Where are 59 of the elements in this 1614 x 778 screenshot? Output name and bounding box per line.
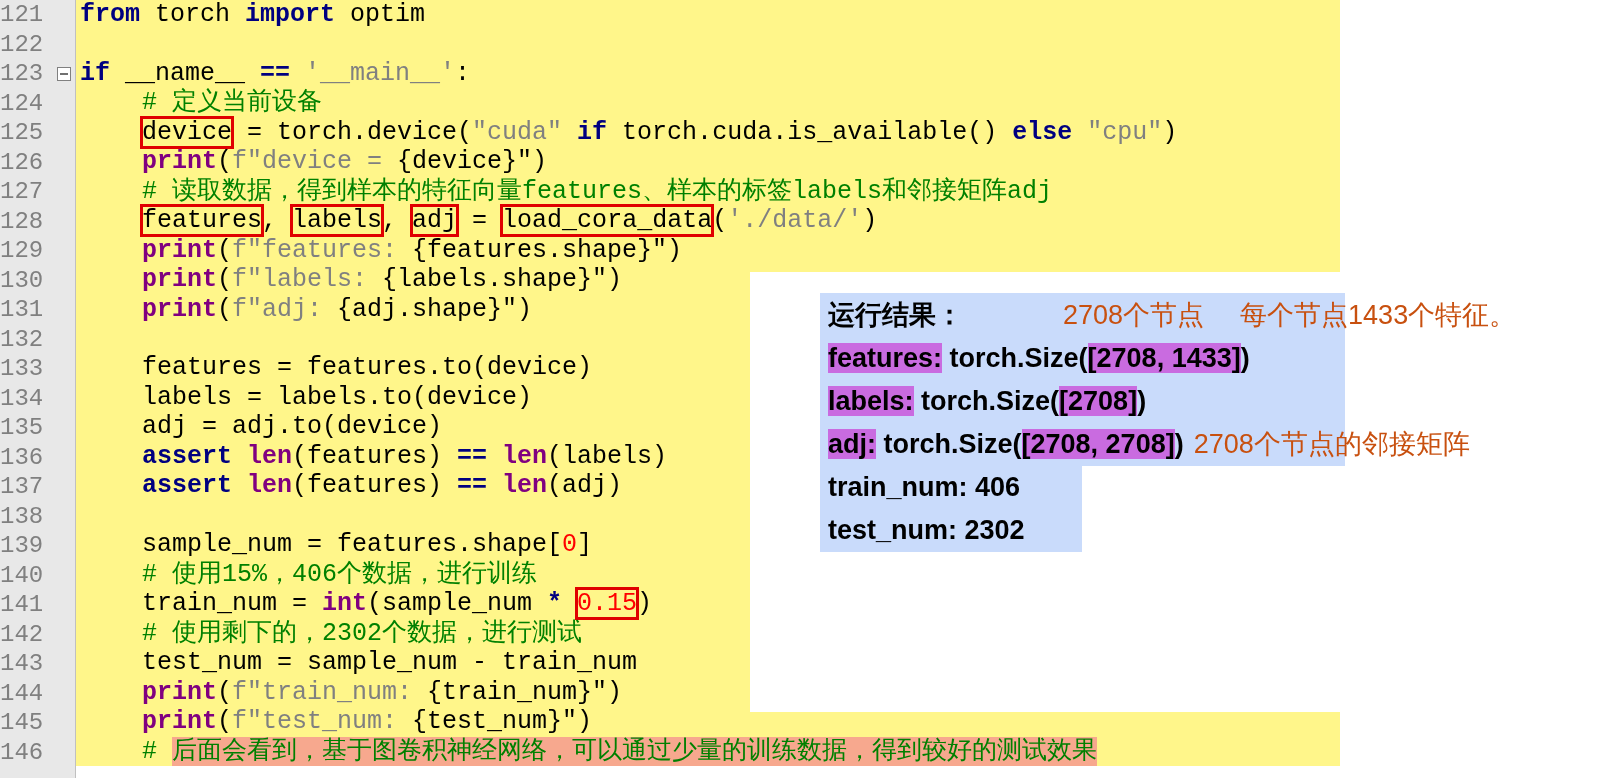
- code-line: assert len(features) == len(adj): [141, 471, 623, 501]
- line-number: 133: [0, 354, 44, 384]
- fold-icon[interactable]: [57, 66, 71, 81]
- line-number: 131: [0, 295, 44, 325]
- line-number: 146: [0, 737, 44, 767]
- code-line: print(f"device = {device}"): [141, 147, 548, 177]
- line-number: 142: [0, 619, 44, 649]
- line-number: 136: [0, 442, 44, 472]
- code-line: assert len(features) == len(labels): [141, 441, 668, 472]
- code-line: print(f"train_num: {train_num}"): [141, 677, 623, 707]
- line-number: 134: [0, 383, 44, 413]
- line-number: 140: [0, 560, 44, 590]
- line-number: 121: [0, 0, 44, 30]
- code-line: # 使用剩下的，2302个数据，进行测试: [141, 618, 582, 648]
- annotation-text: 2708个节点: [1063, 298, 1205, 332]
- code-line: print(f"adj: {adj.shape}"): [141, 294, 533, 325]
- annotation-text: 2708个节点的邻接矩阵: [1193, 428, 1470, 462]
- line-number: 143: [0, 649, 44, 679]
- line-number: 144: [0, 678, 44, 708]
- line-number: 124: [0, 88, 44, 118]
- code-line: # 后面会看到，基于图卷积神经网络，可以通过少量的训练数据，得到较好的测试效果: [141, 736, 1097, 766]
- code-line: labels = labels.to(device): [141, 382, 533, 413]
- line-number: 122: [0, 29, 44, 59]
- code-line: device = torch.device("cuda" if torch.cuda.is_available() else "cpu"): [141, 117, 1178, 148]
- annotation-text: 每个节点1433个特征。: [1240, 298, 1517, 332]
- code-line: # 使用15%，406个数据，进行训练: [141, 559, 538, 589]
- code-line: print(f"test_num: {test_num}"): [141, 707, 593, 737]
- line-number: 145: [0, 708, 44, 738]
- output-title: 运行结果：: [827, 297, 963, 332]
- line-number: 125: [0, 118, 44, 148]
- line-number: 139: [0, 531, 44, 561]
- code-line: test_num = sample_num - train_num: [141, 648, 638, 678]
- line-number: 135: [0, 413, 44, 443]
- line-number: 137: [0, 472, 44, 502]
- output-line: adj: torch.Size([2708, 2708]): [827, 428, 1184, 462]
- line-number: 128: [0, 206, 44, 236]
- code-line: train_num = int(sample_num * 0.15): [141, 589, 653, 619]
- output-line: test_num: 2302: [827, 514, 1025, 548]
- code-line: print(f"features: {features.shape}"): [141, 235, 683, 266]
- code-line: print(f"labels: {labels.shape}"): [141, 265, 623, 295]
- line-number: 126: [0, 147, 44, 177]
- line-number: 141: [0, 590, 44, 620]
- code-line: features, labels, adj = load_cora_data('./data/'): [141, 206, 878, 236]
- line-number: 127: [0, 177, 44, 207]
- code-line: adj = adj.to(device): [141, 412, 443, 442]
- line-number: 138: [0, 501, 44, 531]
- output-line: labels: torch.Size([2708]): [827, 385, 1147, 419]
- output-line: features: torch.Size([2708, 1433]): [827, 342, 1250, 376]
- line-number: 129: [0, 236, 44, 266]
- output-line: train_num: 406: [827, 471, 1021, 505]
- code-line: # 读取数据，得到样本的特征向量features、样本的标签labels和邻接矩阵adj: [141, 176, 1053, 207]
- code-line: sample_num = features.shape[0]: [141, 530, 593, 560]
- line-number: 132: [0, 324, 44, 354]
- code-line: if __name__ == '__main__':: [80, 58, 471, 88]
- code-line: features = features.to(device): [141, 353, 593, 383]
- line-number: 123: [0, 59, 44, 89]
- line-number: 130: [0, 265, 44, 295]
- code-line: from torch import optim: [80, 0, 426, 30]
- code-line: # 定义当前设备: [141, 88, 322, 118]
